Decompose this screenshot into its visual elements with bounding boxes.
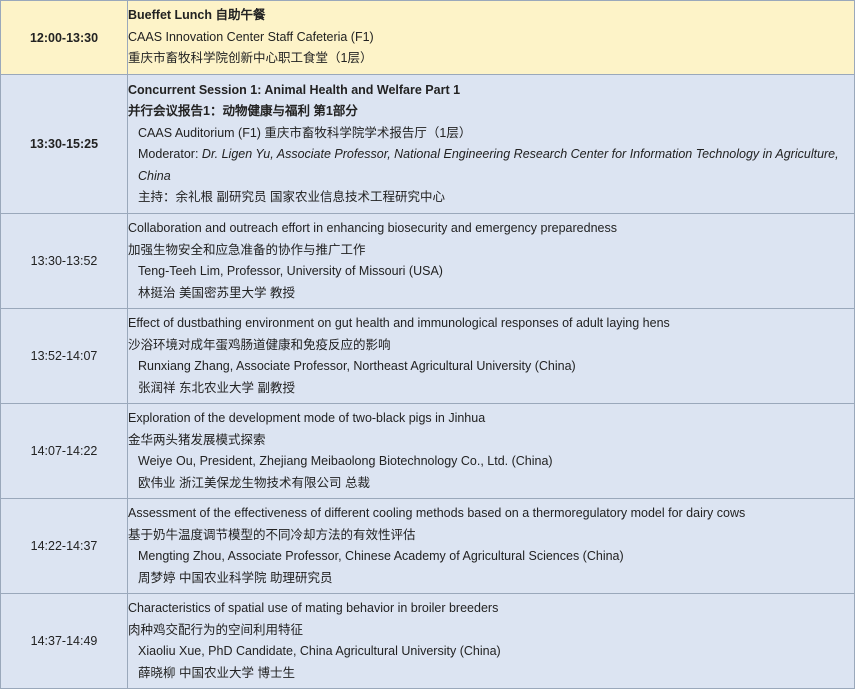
- content-cell: Exploration of the development mode of t…: [127, 403, 855, 499]
- speaker-cn: 林挺治 美国密苏里大学 教授: [138, 285, 295, 300]
- venue-cn: 重庆市畜牧科学院创新中心职工食堂（1层）: [128, 51, 373, 66]
- content-cell: Concurrent Session 1: Animal Health and …: [127, 74, 855, 214]
- time-cell: 14:22-14:37: [0, 498, 128, 594]
- agenda-row-talk: 14:22-14:37 Assessment of the effectiven…: [0, 498, 855, 594]
- moderator: Moderator: Dr. Ligen Yu, Associate Profe…: [128, 144, 854, 187]
- talk-title-cn: 金华两头猪发展模式探索: [128, 432, 266, 447]
- speaker-cn: 薛晓柳 中国农业大学 博士生: [138, 665, 295, 680]
- speaker-en: Teng-Teeh Lim, Professor, University of …: [138, 264, 443, 278]
- content-cell: Collaboration and outreach effort in enh…: [127, 213, 855, 309]
- speaker-en: Xiaoliu Xue, PhD Candidate, China Agricu…: [138, 644, 501, 658]
- talk-title-cn: 沙浴环境对成年蛋鸡肠道健康和免疫反应的影响: [128, 337, 391, 352]
- speaker-en: Runxiang Zhang, Associate Professor, Nor…: [138, 359, 576, 373]
- time-cell: 13:30-15:25: [0, 74, 128, 214]
- agenda-row-talk: 14:07-14:22 Exploration of the developme…: [0, 403, 855, 499]
- agenda-table: 12:00-13:30 Bueffet Lunch 自助午餐 CAAS Inno…: [0, 0, 855, 689]
- venue-en: CAAS Innovation Center Staff Cafeteria (…: [128, 29, 374, 44]
- moderator-name: Dr. Ligen Yu, Associate Professor, Natio…: [138, 147, 839, 183]
- session-title-cn: 并行会议报告1：动物健康与福利 第1部分: [128, 104, 358, 118]
- talk-title-cn: 基于奶牛温度调节模型的不同冷却方法的有效性评估: [128, 527, 416, 542]
- speaker-cn: 周梦婷 中国农业科学院 助理研究员: [138, 570, 333, 585]
- time-cell: 13:30-13:52: [0, 213, 128, 309]
- talk-title-en: Collaboration and outreach effort in enh…: [128, 221, 617, 235]
- venue: CAAS Auditorium (F1) 重庆市畜牧科学院学术报告厅（1层）: [138, 125, 472, 140]
- content-cell: Assessment of the effectiveness of diffe…: [127, 498, 855, 594]
- time-cell: 14:37-14:49: [0, 593, 128, 689]
- time-cell: 13:52-14:07: [0, 308, 128, 404]
- talk-title-en: Effect of dustbathing environment on gut…: [128, 316, 670, 330]
- session-title-en: Concurrent Session 1: Animal Health and …: [128, 82, 461, 97]
- speaker-cn: 张润祥 东北农业大学 副教授: [138, 380, 295, 395]
- speaker-en: Mengting Zhou, Associate Professor, Chin…: [138, 549, 624, 563]
- content-cell: Effect of dustbathing environment on gut…: [127, 308, 855, 404]
- talk-title-cn: 肉种鸡交配行为的空间利用特征: [128, 622, 304, 637]
- speaker-en: Weiye Ou, President, Zhejiang Meibaolong…: [138, 454, 553, 468]
- agenda-row-talk: 13:52-14:07 Effect of dustbathing enviro…: [0, 308, 855, 404]
- moderator-label: Moderator:: [138, 147, 202, 161]
- content-cell: Bueffet Lunch 自助午餐 CAAS Innovation Cente…: [127, 0, 855, 75]
- talk-title-cn: 加强生物安全和应急准备的协作与推广工作: [128, 242, 366, 257]
- session-title: Bueffet Lunch 自助午餐: [128, 8, 266, 23]
- time-cell: 12:00-13:30: [0, 0, 128, 75]
- talk-title-en: Assessment of the effectiveness of diffe…: [128, 506, 746, 520]
- agenda-row-talk: 14:37-14:49 Characteristics of spatial u…: [0, 593, 855, 689]
- content-cell: Characteristics of spatial use of mating…: [127, 593, 855, 689]
- talk-title-en: Characteristics of spatial use of mating…: [128, 601, 499, 615]
- talk-title-en: Exploration of the development mode of t…: [128, 411, 486, 425]
- agenda-row-session: 13:30-15:25 Concurrent Session 1: Animal…: [0, 74, 855, 214]
- speaker-cn: 欧伟业 浙江美保龙生物技术有限公司 总裁: [138, 475, 370, 490]
- agenda-row-talk: 13:30-13:52 Collaboration and outreach e…: [0, 213, 855, 309]
- moderator-cn: 主持：余礼根 副研究员 国家农业信息技术工程研究中心: [138, 190, 445, 204]
- agenda-row-lunch: 12:00-13:30 Bueffet Lunch 自助午餐 CAAS Inno…: [0, 0, 855, 75]
- time-cell: 14:07-14:22: [0, 403, 128, 499]
